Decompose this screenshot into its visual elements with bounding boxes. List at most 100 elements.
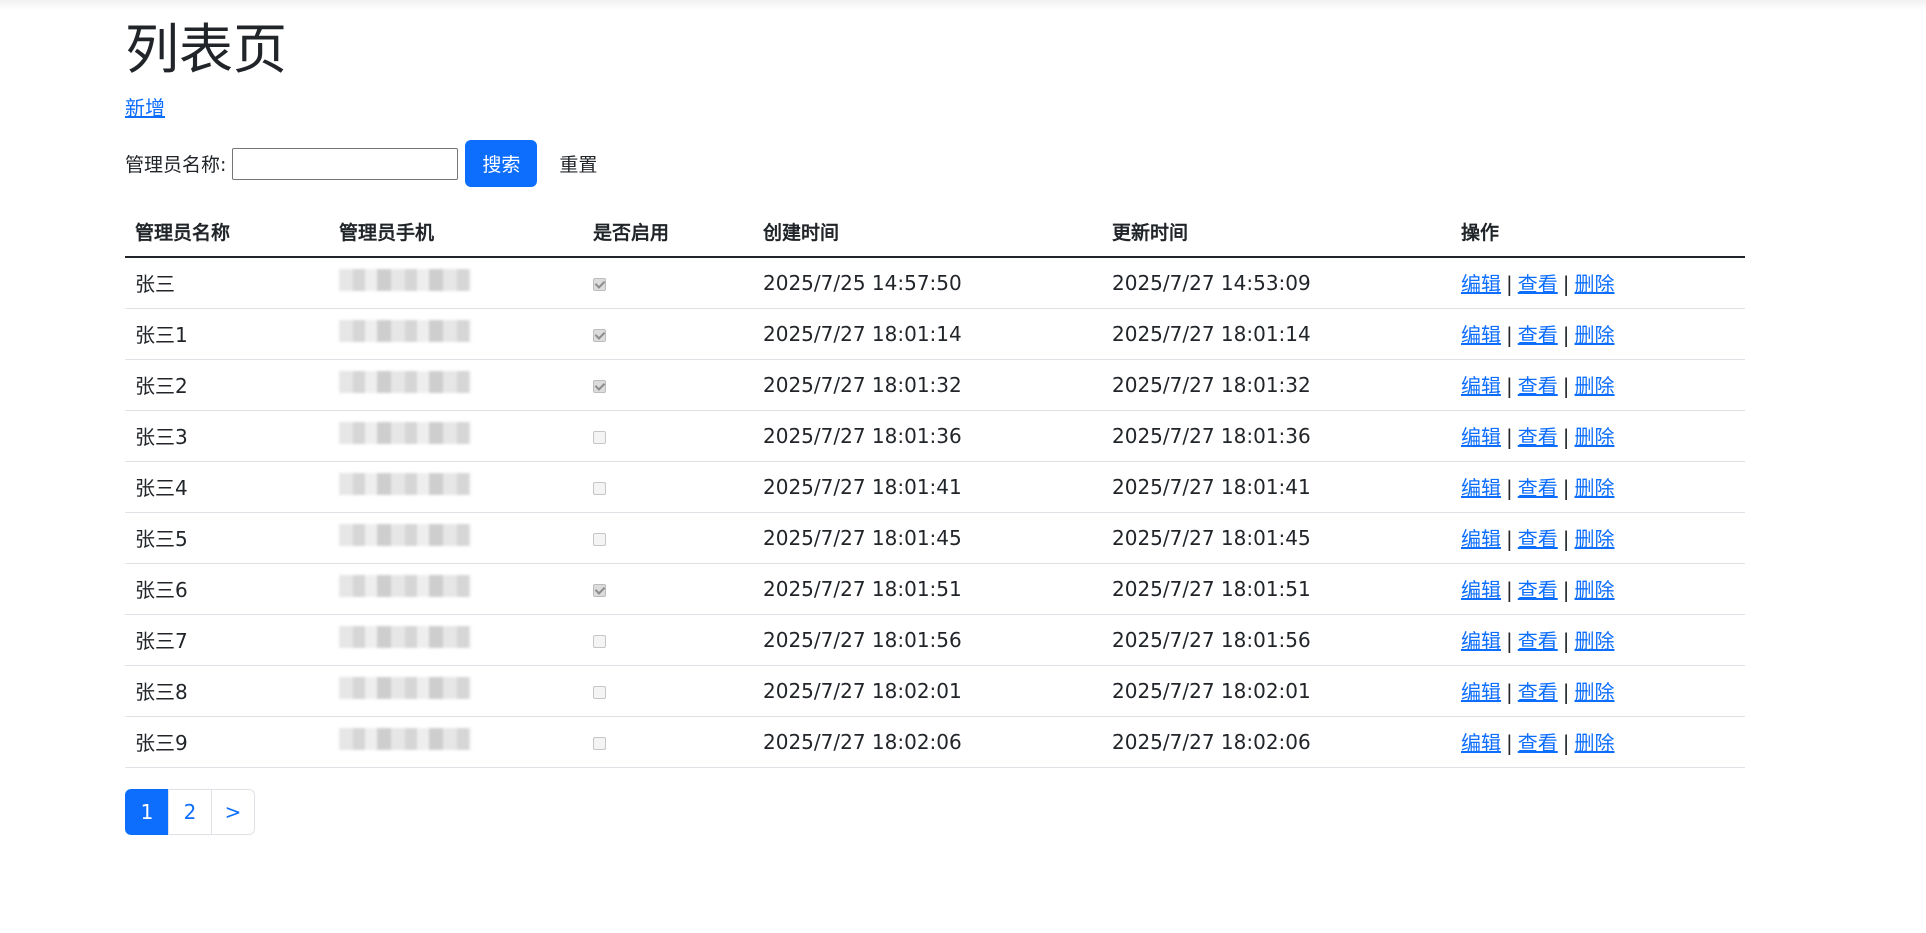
header-phone: 管理员手机: [329, 207, 583, 258]
view-link[interactable]: 查看: [1518, 731, 1558, 755]
header-updated: 更新时间: [1102, 207, 1451, 258]
page-title: 列表页: [125, 18, 287, 81]
table-row: 张三9 2025/7/27 18:02:06 2025/7/27 18:02:0…: [125, 716, 1745, 768]
next-page-button[interactable]: >: [211, 789, 255, 835]
cell-name: 张三3: [125, 410, 329, 462]
phone-redacted: [339, 575, 471, 597]
cell-updated: 2025/7/27 18:01:36: [1102, 410, 1451, 462]
table-row: 张三6 2025/7/27 18:01:51 2025/7/27 18:01:5…: [125, 563, 1745, 615]
action-separator: |: [1506, 527, 1513, 551]
cell-created: 2025/7/27 18:01:41: [753, 461, 1102, 513]
view-link[interactable]: 查看: [1518, 374, 1558, 398]
edit-link[interactable]: 编辑: [1461, 578, 1501, 602]
cell-enabled: [583, 359, 753, 411]
edit-link[interactable]: 编辑: [1461, 272, 1501, 296]
edit-link[interactable]: 编辑: [1461, 680, 1501, 704]
view-link[interactable]: 查看: [1518, 629, 1558, 653]
add-link[interactable]: 新增: [125, 92, 165, 121]
cell-name: 张三9: [125, 716, 329, 768]
top-shadow: [0, 0, 1926, 10]
cell-updated: 2025/7/27 18:01:51: [1102, 563, 1451, 615]
delete-link[interactable]: 删除: [1575, 476, 1615, 500]
cell-updated: 2025/7/27 18:01:56: [1102, 614, 1451, 666]
admin-name-search-input[interactable]: [232, 147, 459, 180]
delete-link[interactable]: 删除: [1575, 272, 1615, 296]
cell-created: 2025/7/27 18:01:45: [753, 512, 1102, 564]
edit-link[interactable]: 编辑: [1461, 629, 1501, 653]
edit-link[interactable]: 编辑: [1461, 374, 1501, 398]
view-link[interactable]: 查看: [1518, 527, 1558, 551]
cell-name: 张三: [125, 257, 329, 309]
cell-phone: [329, 614, 583, 666]
cell-enabled: [583, 410, 753, 462]
page-button-2[interactable]: 2: [168, 789, 212, 835]
delete-link[interactable]: 删除: [1575, 527, 1615, 551]
admin-table: 管理员名称 管理员手机 是否启用 创建时间 更新时间 操作 张三 2025/7/…: [125, 207, 1745, 768]
search-button[interactable]: 搜索: [465, 140, 538, 187]
header-name: 管理员名称: [125, 207, 329, 258]
action-separator: |: [1562, 323, 1570, 347]
enabled-checkbox: [593, 379, 606, 393]
enabled-checkbox: [593, 328, 606, 342]
view-link[interactable]: 查看: [1518, 272, 1558, 296]
action-separator: |: [1562, 374, 1570, 398]
cell-actions: 编辑 | 查看 | 删除: [1451, 716, 1745, 768]
cell-name: 张三5: [125, 512, 329, 564]
delete-link[interactable]: 删除: [1575, 629, 1615, 653]
enabled-checkbox: [593, 277, 606, 291]
table-row: 张三2 2025/7/27 18:01:32 2025/7/27 18:01:3…: [125, 359, 1745, 411]
phone-redacted: [339, 422, 471, 444]
phone-redacted: [339, 320, 471, 342]
table-row: 张三1 2025/7/27 18:01:14 2025/7/27 18:01:1…: [125, 308, 1745, 360]
cell-updated: 2025/7/27 18:01:45: [1102, 512, 1451, 564]
action-separator: |: [1562, 578, 1570, 602]
cell-name: 张三6: [125, 563, 329, 615]
view-link[interactable]: 查看: [1518, 578, 1558, 602]
phone-redacted: [339, 524, 471, 546]
search-label: 管理员名称:: [125, 154, 227, 176]
view-link[interactable]: 查看: [1518, 425, 1558, 449]
view-link[interactable]: 查看: [1518, 476, 1558, 500]
edit-link[interactable]: 编辑: [1461, 527, 1501, 551]
cell-phone: [329, 257, 583, 309]
delete-link[interactable]: 删除: [1575, 374, 1615, 398]
cell-created: 2025/7/27 18:01:51: [753, 563, 1102, 615]
delete-link[interactable]: 删除: [1575, 680, 1615, 704]
delete-link[interactable]: 删除: [1575, 731, 1615, 755]
edit-link[interactable]: 编辑: [1461, 476, 1501, 500]
view-link[interactable]: 查看: [1518, 323, 1558, 347]
enabled-checkbox: [593, 430, 606, 444]
edit-link[interactable]: 编辑: [1461, 731, 1501, 755]
delete-link[interactable]: 删除: [1575, 425, 1615, 449]
cell-phone: [329, 716, 583, 768]
edit-link[interactable]: 编辑: [1461, 425, 1501, 449]
action-separator: |: [1506, 476, 1513, 500]
phone-redacted: [339, 269, 471, 292]
cell-updated: 2025/7/27 18:01:32: [1102, 359, 1451, 411]
cell-enabled: [583, 665, 753, 717]
header-enabled: 是否启用: [583, 207, 753, 258]
cell-updated: 2025/7/27 14:53:09: [1102, 257, 1451, 309]
cell-created: 2025/7/27 18:01:32: [753, 359, 1102, 411]
cell-updated: 2025/7/27 18:01:14: [1102, 308, 1451, 360]
cell-phone: [329, 563, 583, 615]
cell-actions: 编辑 | 查看 | 删除: [1451, 665, 1745, 717]
edit-link[interactable]: 编辑: [1461, 323, 1501, 347]
header-actions: 操作: [1451, 207, 1745, 258]
action-separator: |: [1506, 374, 1513, 398]
action-separator: |: [1506, 272, 1513, 297]
cell-phone: [329, 410, 583, 462]
action-separator: |: [1506, 629, 1513, 653]
action-separator: |: [1506, 680, 1513, 704]
enabled-checkbox: [593, 532, 606, 546]
view-link[interactable]: 查看: [1518, 680, 1558, 704]
cell-created: 2025/7/27 18:01:14: [753, 308, 1102, 360]
table-header-row: 管理员名称 管理员手机 是否启用 创建时间 更新时间 操作: [125, 207, 1745, 258]
page-button-1[interactable]: 1: [125, 789, 169, 835]
delete-link[interactable]: 删除: [1575, 578, 1615, 602]
enabled-checkbox: [593, 634, 606, 648]
delete-link[interactable]: 删除: [1575, 323, 1615, 347]
reset-button[interactable]: 重置: [547, 140, 609, 187]
cell-created: 2025/7/27 18:02:01: [753, 665, 1102, 717]
enabled-checkbox: [593, 736, 606, 750]
